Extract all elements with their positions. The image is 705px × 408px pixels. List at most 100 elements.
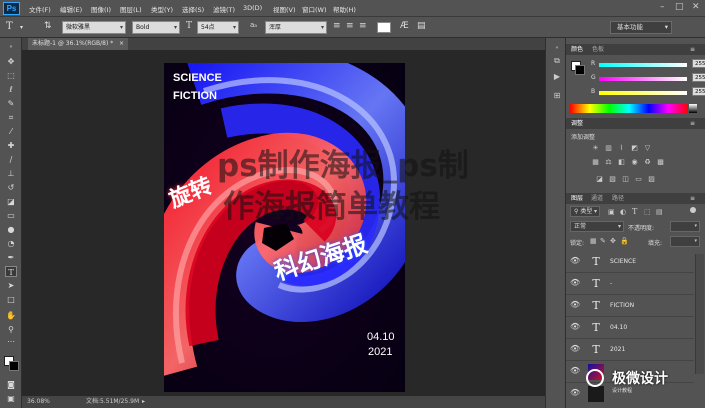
filter-toggle-icon[interactable] [690,207,696,213]
dodge-tool-icon[interactable]: ◔ [5,238,17,249]
menu-select[interactable]: 选择(S) [182,4,204,14]
collapse-dock-icon[interactable]: « [551,42,563,54]
channel-mixer-icon[interactable]: ♻ [642,158,653,167]
background-color-swatch[interactable] [9,361,19,371]
vibrance-icon[interactable]: ▽ [642,144,653,153]
menu-window[interactable]: 窗口(W) [302,4,327,14]
path-selection-tool-icon[interactable]: ➤ [5,280,17,291]
text-color-swatch[interactable] [377,22,391,33]
threshold-icon[interactable]: ◫ [620,175,631,184]
close-icon[interactable]: ✕ [692,2,700,12]
lock-pixels-icon[interactable]: ✎ [600,237,606,245]
invert-icon[interactable]: ◪ [594,175,605,184]
rectangle-tool-icon[interactable]: □ [5,294,17,305]
color-lookup-icon[interactable]: ▩ [655,158,666,167]
menu-3d[interactable]: 3D(D) [243,4,262,12]
curves-icon[interactable]: ⌇ [616,144,627,153]
menu-view[interactable]: 视图(V) [273,4,296,14]
align-left-icon[interactable]: ≡ [333,21,341,31]
layer-name[interactable]: SCIENCE [610,258,636,265]
menu-help[interactable]: 帮助(H) [333,4,356,14]
opacity-field[interactable]: ▾ [670,221,700,232]
marquee-tool-icon[interactable]: ⬚ [5,70,17,81]
visibility-eye-icon[interactable]: 👁 [570,278,580,287]
posterize-icon[interactable]: ▧ [607,175,618,184]
layer-name[interactable]: 04.10 [610,324,627,331]
panel-menu-icon[interactable]: ≡ [690,193,695,204]
document-tab[interactable]: 未标题-1 @ 36.1%(RGB/8) * × [28,38,128,50]
lasso-tool-icon[interactable]: ℓ [5,84,17,95]
red-value[interactable]: 255 [692,59,705,68]
type-tool-preset-icon[interactable]: T [6,21,13,32]
menu-image[interactable]: 图像(I) [91,4,111,14]
menu-file[interactable]: 文件(F) [29,4,51,14]
layer-row[interactable]: 👁 T - [566,273,694,295]
align-right-icon[interactable]: ≡ [359,21,367,31]
panel-menu-icon[interactable]: ≡ [690,118,695,129]
layer-name[interactable]: - [610,280,612,287]
visibility-eye-icon[interactable]: 👁 [570,322,580,331]
layer-name[interactable]: 2021 [610,346,625,353]
filter-type-icon[interactable]: T [632,207,637,216]
menu-filter[interactable]: 滤镜(T) [213,4,235,14]
blend-mode-select[interactable]: 正常 ▾ [570,221,624,232]
font-style-select[interactable]: Bold ▾ [132,21,180,34]
layer-row[interactable]: 👁 T 04.10 [566,317,694,339]
photo-filter-icon[interactable]: ◉ [629,158,640,167]
gradient-map-icon[interactable]: ▭ [633,175,644,184]
maximize-icon[interactable]: □ [675,2,684,12]
menu-layer[interactable]: 图层(L) [120,4,142,14]
clone-stamp-tool-icon[interactable]: ⊥ [5,168,17,179]
lock-position-icon[interactable]: ✥ [610,237,616,245]
brightness-icon[interactable]: ☀ [590,144,601,153]
warp-text-icon[interactable]: Ӕ [400,21,409,31]
green-value[interactable]: 255 [692,73,705,82]
tab-color[interactable]: 颜色 [571,44,583,55]
grayscale-ramp[interactable] [689,104,697,113]
more-tools-icon[interactable]: ⋯ [5,336,17,347]
gradient-tool-icon[interactable]: ▭ [5,210,17,221]
antialias-select[interactable]: 浑厚 ▾ [265,21,327,34]
tab-layers[interactable]: 图层 [571,193,583,204]
color-spectrum-ramp[interactable] [570,104,688,113]
zoom-tool-icon[interactable]: ⚲ [5,324,17,335]
screen-mode-icon[interactable]: ▣ [5,393,17,404]
visibility-eye-icon[interactable]: 👁 [570,366,580,375]
move-tool-icon[interactable]: ✥ [5,56,17,67]
tab-paths[interactable]: 路径 [612,193,624,204]
pen-tool-icon[interactable]: ✒ [5,252,17,263]
filter-pixel-icon[interactable]: ▣ [608,208,615,216]
crop-tool-icon[interactable]: ⌗ [5,112,17,123]
healing-brush-tool-icon[interactable]: ✚ [5,140,17,151]
hue-saturation-icon[interactable]: ▦ [590,158,601,167]
visibility-eye-icon[interactable]: 👁 [570,256,580,265]
filter-shape-icon[interactable]: ⬚ [644,208,651,216]
actions-panel-icon[interactable]: ▶ [551,71,563,83]
history-brush-tool-icon[interactable]: ↺ [5,182,17,193]
layer-row[interactable]: 👁 T 2021 [566,339,694,361]
bg-color-chip[interactable] [575,65,585,75]
quick-mask-icon[interactable]: ◙ [5,379,17,390]
blue-value[interactable]: 255 [692,87,705,96]
lock-transparency-icon[interactable]: ▦ [590,237,597,245]
black-white-icon[interactable]: ◧ [616,158,627,167]
eyedropper-tool-icon[interactable]: ⁄ [5,126,17,137]
status-menu-icon[interactable]: ▸ [142,396,145,408]
visibility-eye-icon[interactable]: 👁 [570,344,580,353]
menu-edit[interactable]: 编辑(E) [60,4,82,14]
menu-type[interactable]: 类型(Y) [151,4,173,14]
font-family-select[interactable]: 微软雅黑 ▾ [62,21,126,34]
filter-adjustment-icon[interactable]: ◐ [620,208,626,216]
history-panel-icon[interactable]: ⧉ [551,55,563,67]
toolbar-collapse-icon[interactable]: » [5,42,17,53]
exposure-icon[interactable]: ◩ [629,144,640,153]
layer-row[interactable]: 👁 T SCIENCE [566,251,694,273]
align-center-icon[interactable]: ≡ [346,21,354,31]
tab-channels[interactable]: 通道 [591,193,603,204]
workspace-select[interactable]: 基本功能 ▾ [610,21,672,34]
close-tab-icon[interactable]: × [119,38,124,50]
quick-select-tool-icon[interactable]: ✎ [5,98,17,109]
poster-canvas[interactable]: SCIENCE FICTION 旋转 科幻海报 04.10 2021 [164,63,405,392]
visibility-eye-icon[interactable]: 👁 [570,300,580,309]
color-balance-icon[interactable]: ⚖ [603,158,614,167]
